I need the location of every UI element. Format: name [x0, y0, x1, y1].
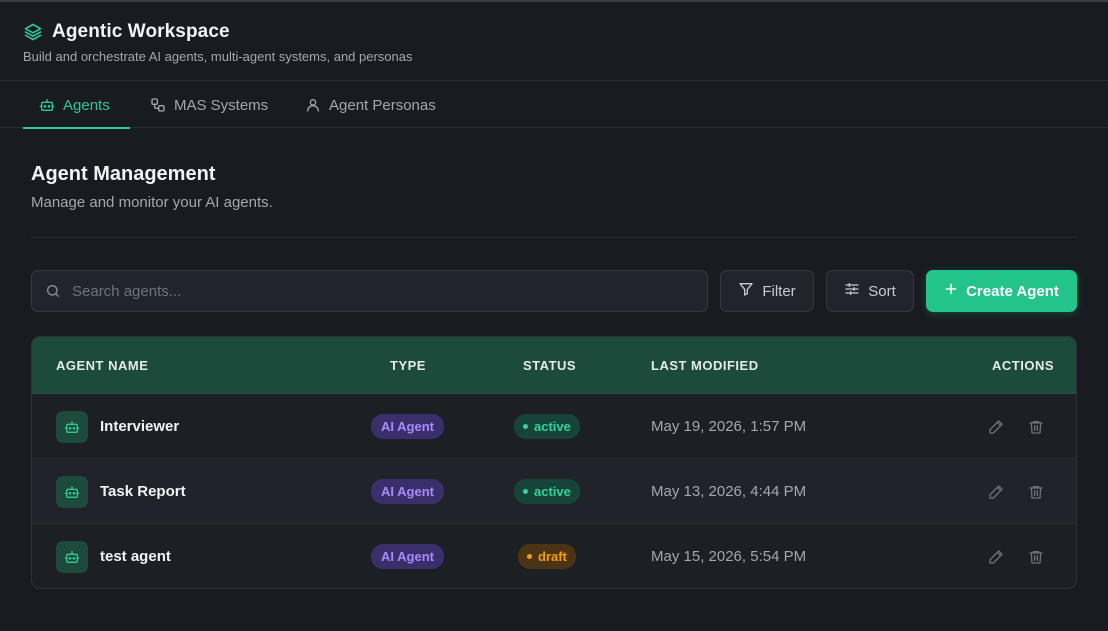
sliders-icon	[844, 281, 860, 301]
section-divider	[31, 237, 1077, 238]
robot-icon	[56, 475, 88, 508]
search-input[interactable]	[62, 271, 707, 311]
tab-label: MAS Systems	[174, 96, 269, 114]
search-box	[31, 270, 708, 312]
app-title: Agentic Workspace	[52, 21, 230, 42]
robot-icon	[56, 540, 88, 573]
column-status[interactable]: STATUS	[523, 337, 576, 394]
agent-name[interactable]: test agent	[100, 548, 171, 565]
actions-cell	[987, 524, 1045, 588]
tab-mas-systems[interactable]: MAS Systems	[150, 82, 268, 128]
edit-icon[interactable]	[987, 548, 1005, 566]
status-label: active	[534, 484, 571, 499]
agent-name-cell: Interviewer	[56, 394, 179, 459]
brand: Agentic Workspace	[23, 21, 230, 43]
layers-icon	[23, 22, 43, 42]
robot-icon	[39, 97, 55, 113]
last-modified: May 13, 2026, 4:44 PM	[651, 483, 807, 500]
page-subtitle: Manage and monitor your AI agents.	[31, 194, 273, 211]
filter-button[interactable]: Filter	[720, 270, 814, 312]
table-row[interactable]: Interviewer AI Agent active May 19, 2026…	[32, 394, 1076, 459]
status-badge: draft	[518, 544, 576, 569]
tab-agent-personas[interactable]: Agent Personas	[305, 82, 436, 128]
tab-agents[interactable]: Agents	[23, 82, 130, 129]
status-cell: active	[514, 394, 580, 459]
actions-cell	[987, 394, 1045, 459]
status-label: draft	[538, 549, 567, 564]
user-icon	[305, 97, 321, 113]
type-badge: AI Agent	[371, 479, 444, 504]
edit-icon[interactable]	[987, 483, 1005, 501]
modified-cell: May 19, 2026, 1:57 PM	[651, 394, 806, 459]
type-badge: AI Agent	[371, 544, 444, 569]
status-badge: active	[514, 479, 580, 504]
edit-icon[interactable]	[987, 418, 1005, 436]
last-modified: May 15, 2026, 5:54 PM	[651, 548, 807, 565]
agents-table: AGENT NAME TYPE STATUS LAST MODIFIED ACT…	[31, 336, 1077, 589]
filter-label: Filter	[762, 282, 796, 300]
create-agent-label: Create Agent	[966, 282, 1059, 300]
agent-name-cell: test agent	[56, 524, 171, 588]
tab-label: Agents	[63, 96, 110, 114]
search-icon	[44, 282, 62, 300]
sort-button[interactable]: Sort	[826, 270, 914, 312]
page-title: Agent Management	[31, 163, 216, 185]
status-badge: active	[514, 414, 580, 439]
status-cell: draft	[518, 524, 576, 588]
status-dot	[527, 554, 532, 559]
type-cell: AI Agent	[371, 394, 444, 459]
column-actions: ACTIONS	[992, 358, 1054, 373]
table-header: AGENT NAME TYPE STATUS LAST MODIFIED ACT…	[32, 337, 1076, 394]
modified-cell: May 15, 2026, 5:54 PM	[651, 524, 807, 588]
agent-name[interactable]: Interviewer	[100, 418, 179, 435]
type-cell: AI Agent	[371, 459, 444, 524]
create-agent-button[interactable]: Create Agent	[926, 270, 1077, 312]
sort-label: Sort	[868, 282, 896, 300]
workflow-icon	[150, 97, 166, 113]
tab-label: Agent Personas	[329, 96, 436, 114]
status-cell: active	[514, 459, 580, 524]
column-agent-name[interactable]: AGENT NAME	[56, 337, 148, 394]
trash-icon[interactable]	[1027, 548, 1045, 566]
app-header: Agentic Workspace Build and orchestrate …	[0, 2, 1108, 81]
app-subtitle: Build and orchestrate AI agents, multi-a…	[23, 49, 413, 64]
table-row[interactable]: Task Report AI Agent active May 13, 2026…	[32, 459, 1076, 524]
agent-name[interactable]: Task Report	[100, 483, 186, 500]
tab-bar: Agents MAS Systems Agent Personas	[0, 82, 1108, 129]
status-dot	[523, 489, 528, 494]
trash-icon[interactable]	[1027, 483, 1045, 501]
column-type[interactable]: TYPE	[390, 337, 426, 394]
type-badge: AI Agent	[371, 414, 444, 439]
column-last-modified[interactable]: LAST MODIFIED	[651, 337, 759, 394]
status-label: active	[534, 419, 571, 434]
modified-cell: May 13, 2026, 4:44 PM	[651, 459, 806, 524]
table-row[interactable]: test agent AI Agent draft May 15, 2026, …	[32, 524, 1076, 588]
last-modified: May 19, 2026, 1:57 PM	[651, 418, 807, 435]
status-dot	[523, 424, 528, 429]
trash-icon[interactable]	[1027, 418, 1045, 436]
actions-cell	[987, 459, 1045, 524]
robot-icon	[56, 410, 88, 443]
plus-icon	[944, 282, 958, 300]
agent-name-cell: Task Report	[56, 459, 186, 524]
type-cell: AI Agent	[371, 524, 444, 588]
filter-icon	[738, 281, 754, 301]
